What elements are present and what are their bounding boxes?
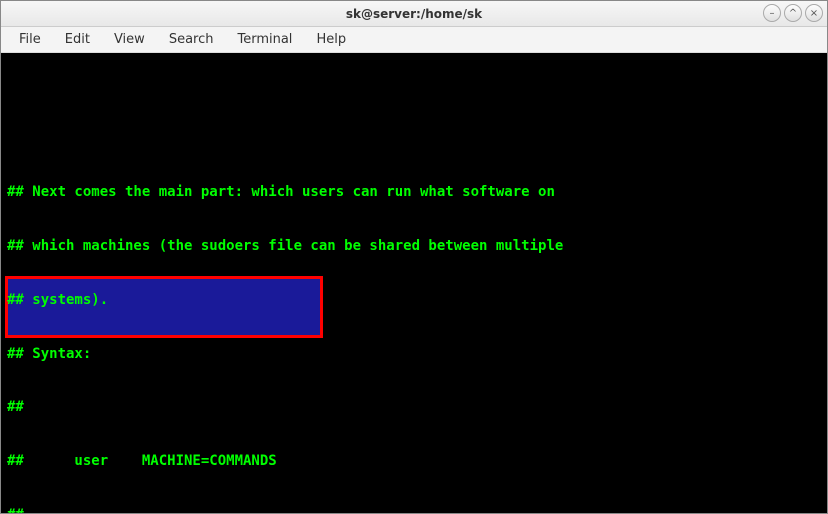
close-button[interactable]: × (805, 4, 823, 22)
minimize-icon: – (770, 8, 775, 19)
close-icon: × (810, 8, 818, 19)
terminal-line: ## user MACHINE=COMMANDS (7, 453, 821, 471)
maximize-icon: ^ (789, 8, 797, 19)
window-controls: – ^ × (763, 4, 823, 22)
terminal-line: ## which machines (the sudoers file can … (7, 238, 821, 256)
terminal-area[interactable]: ## Next comes the main part: which users… (1, 53, 827, 513)
menu-help[interactable]: Help (306, 29, 356, 50)
menu-file[interactable]: File (9, 29, 51, 50)
minimize-button[interactable]: – (763, 4, 781, 22)
terminal-line: ## (7, 507, 821, 513)
menu-search[interactable]: Search (159, 29, 224, 50)
terminal-line: ## (7, 399, 821, 417)
menu-view[interactable]: View (104, 29, 155, 50)
titlebar: sk@server:/home/sk – ^ × (1, 1, 827, 27)
terminal-line: ## systems). (7, 292, 821, 310)
window-title: sk@server:/home/sk (1, 7, 827, 21)
terminal-content: ## Next comes the main part: which users… (7, 113, 821, 513)
maximize-button[interactable]: ^ (784, 4, 802, 22)
terminal-line: ## Next comes the main part: which users… (7, 184, 821, 202)
terminal-window: sk@server:/home/sk – ^ × File Edit View … (0, 0, 828, 514)
menu-terminal[interactable]: Terminal (227, 29, 302, 50)
menubar: File Edit View Search Terminal Help (1, 27, 827, 53)
terminal-line: ## Syntax: (7, 346, 821, 364)
menu-edit[interactable]: Edit (55, 29, 100, 50)
